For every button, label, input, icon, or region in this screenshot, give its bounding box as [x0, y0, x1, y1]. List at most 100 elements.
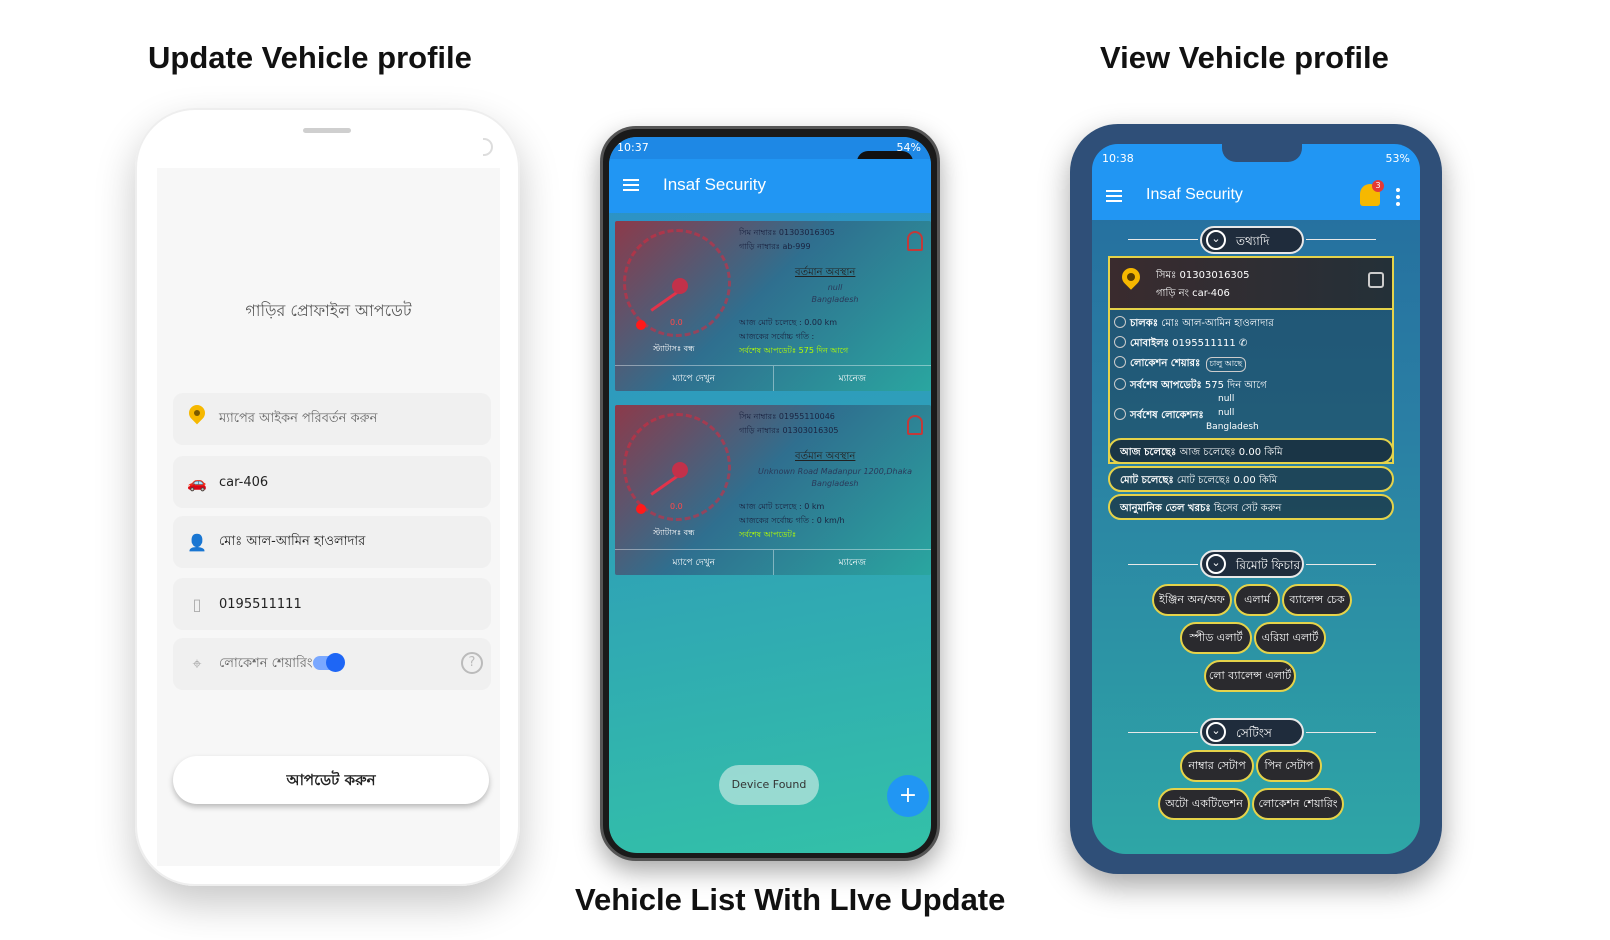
phone-icon: ▯ — [192, 594, 202, 614]
battery-level: 53% — [1385, 152, 1410, 165]
manage-button[interactable]: ম্যানেজ — [774, 550, 932, 575]
speed-alert-button[interactable]: স্পীড এলার্ট — [1180, 622, 1252, 654]
app-bar: Insaf Security 3 — [1092, 174, 1420, 220]
vehicle-card[interactable]: 0.0 স্ট্যাটাসঃ বন্ধ সিম নাম্বারঃ 0130301… — [615, 221, 931, 391]
area-alert-button[interactable]: এরিয়া এলার্ট — [1254, 622, 1326, 654]
engine-on-off-button[interactable]: ইঞ্জিন অন/অফ — [1152, 584, 1232, 616]
location-icon: ⌖ — [192, 654, 202, 673]
location-share-label: লোকেশন শেয়ারঃ — [1130, 358, 1201, 369]
car-icon: 🚗 — [187, 472, 207, 492]
location-sharing-toggle[interactable] — [313, 653, 345, 672]
more-options-icon[interactable] — [1396, 188, 1400, 206]
view-profile-screen: 10:38 53% Insaf Security 3 ⌄ তথ্যাদি সিম… — [1092, 144, 1420, 854]
notification-badge: 3 — [1372, 180, 1384, 192]
phone-update-profile: গাড়ির প্রোফাইল আপডেট ম্যাপের আইকন পরিবর… — [135, 108, 520, 886]
heading-update-profile: Update Vehicle profile — [148, 40, 472, 75]
sim-number: সিমঃ 01303016305 — [1156, 270, 1250, 281]
phone-speaker — [303, 128, 351, 133]
car-number-value: car-406 — [219, 474, 269, 490]
sim-number: সিম নাম্বারঃ 01303016305 — [739, 228, 835, 237]
current-location-title: বর্তমান অবস্থান — [795, 267, 856, 278]
alarm-icon[interactable] — [907, 231, 923, 251]
view-on-map-button[interactable]: ম্যাপে দেখুন — [615, 366, 774, 391]
location-sharing-button[interactable]: লোকেশন শেয়ারিং — [1252, 788, 1344, 820]
app-bar: Insaf Security — [609, 159, 931, 213]
section-divider — [1306, 564, 1376, 565]
driver-name-field[interactable]: 👤 মোঃ আল-আমিন হাওলাদার — [173, 516, 491, 568]
user-icon — [1114, 316, 1126, 328]
chevron-down-icon: ⌄ — [1206, 554, 1226, 574]
phone-view-profile: 10:38 53% Insaf Security 3 ⌄ তথ্যাদি সিম… — [1070, 124, 1442, 874]
vehicle-list-screen: 10:37 54% Insaf Security 0.0 স্ট্যাটাসঃ … — [609, 137, 931, 853]
low-balance-alert-button[interactable]: লো ব্যালেন্স এলার্ট — [1204, 660, 1296, 692]
status-time: 10:37 — [617, 141, 649, 154]
hamburger-menu-icon[interactable] — [1106, 190, 1122, 202]
map-pin-icon — [185, 405, 209, 433]
location-line2: Bangladesh — [811, 479, 859, 488]
mobile-value: 0195511111 — [219, 596, 302, 612]
edit-icon[interactable] — [1368, 272, 1384, 288]
section-header-remote[interactable]: ⌄ রিমোট ফিচার — [1200, 550, 1304, 578]
globe-icon — [1114, 356, 1126, 368]
mobile-value: 0195511111 — [1172, 338, 1236, 349]
mobile-field[interactable]: ▯ 0195511111 — [173, 578, 491, 630]
auto-activation-button[interactable]: অটো একটিভেশন — [1158, 788, 1250, 820]
view-on-map-button[interactable]: ম্যাপে দেখুন — [615, 550, 774, 575]
alarm-icon[interactable] — [907, 415, 923, 435]
device-found-toast: Device Found — [719, 765, 819, 805]
sim-number: সিম নাম্বারঃ 01955110046 — [739, 412, 835, 421]
add-vehicle-fab[interactable]: + — [887, 775, 929, 817]
user-icon: 👤 — [187, 532, 207, 552]
last-location-line3: Bangladesh — [1206, 422, 1259, 432]
map-pin-icon — [1120, 266, 1142, 300]
today-distance: আজ মোট চলেছে : 0 km — [739, 502, 825, 511]
vehicle-card[interactable]: 0.0 স্ট্যাটাসঃ বন্ধ সিম নাম্বারঃ 0195511… — [615, 405, 931, 575]
map-icon-placeholder: ম্যাপের আইকন পরিবর্তন করুন — [219, 410, 378, 426]
vehicle-status: স্ট্যাটাসঃ বন্ধ — [653, 344, 695, 353]
heading-view-profile: View Vehicle profile — [1100, 40, 1389, 75]
phone-camera — [483, 138, 493, 156]
heading-vehicle-list: Vehicle List With LIve Update — [575, 882, 1006, 917]
section-header-settings[interactable]: ⌄ সেটিংস — [1200, 718, 1304, 746]
vehicle-status: স্ট্যাটাসঃ বন্ধ — [653, 528, 695, 537]
location-sharing-label: লোকেশন শেয়ারিং — [219, 655, 313, 671]
app-title: Insaf Security — [1146, 186, 1243, 203]
driver-value: মোঃ আল-আমিন হাওলাদার — [1161, 318, 1274, 329]
phone-vehicle-list: 10:37 54% Insaf Security 0.0 স্ট্যাটাসঃ … — [600, 126, 940, 861]
car-number: গাড়ি নাম্বারঃ ab-999 — [739, 242, 811, 251]
speed-readout: 0.0 — [670, 502, 683, 511]
fuel-cost-pill[interactable]: আনুমানিক তেল খরচঃ হিসেব সেট করুন — [1108, 494, 1394, 520]
hamburger-menu-icon[interactable] — [623, 179, 639, 191]
last-update-value: 575 দিন আগে — [1204, 380, 1267, 391]
balance-check-button[interactable]: ব্যালেন্স চেক — [1282, 584, 1352, 616]
car-number: গাড়ি নাম্বারঃ 01303016305 — [739, 426, 839, 435]
number-setup-button[interactable]: নাম্বার সেটাপ — [1180, 750, 1254, 782]
max-speed: আজকের সর্বোচ্চ গতি : — [739, 332, 815, 341]
pin-setup-button[interactable]: পিন সেটাপ — [1256, 750, 1322, 782]
update-profile-screen: গাড়ির প্রোফাইল আপডেট ম্যাপের আইকন পরিবর… — [157, 168, 500, 866]
chevron-down-icon: ⌄ — [1206, 722, 1226, 742]
help-icon[interactable]: ? — [461, 652, 483, 674]
last-location-label: সর্বশেষ লোকেশনঃ — [1130, 410, 1204, 421]
last-update-label: সর্বশেষ আপডেটঃ — [1130, 380, 1202, 391]
car-number: গাড়ি নং car-406 — [1156, 288, 1230, 299]
last-location-line1: null — [1218, 394, 1235, 404]
vehicle-info-card: সিমঃ 01303016305 গাড়ি নং car-406 চালকঃ … — [1108, 256, 1394, 464]
section-divider — [1128, 564, 1198, 565]
map-icon-picker[interactable]: ম্যাপের আইকন পরিবর্তন করুন — [173, 393, 491, 445]
update-button[interactable]: আপডেট করুন — [173, 756, 489, 804]
call-icon[interactable]: ✆ — [1239, 338, 1247, 349]
section-divider — [1128, 239, 1198, 240]
car-number-field[interactable]: 🚗 car-406 — [173, 456, 491, 508]
driver-label: চালকঃ — [1130, 318, 1159, 329]
location-sharing-row: ⌖ লোকেশন শেয়ারিং ? — [173, 638, 491, 690]
last-update: সর্বশেষ আপডেটঃ 575 দিন আগে — [739, 346, 849, 355]
section-header-info[interactable]: ⌄ তথ্যাদি — [1200, 226, 1304, 254]
section-divider — [1306, 732, 1376, 733]
current-location-title: বর্তমান অবস্থান — [795, 451, 856, 462]
app-title: Insaf Security — [663, 175, 766, 194]
alarm-button[interactable]: এলার্ম — [1234, 584, 1280, 616]
max-speed: আজকের সর্বোচ্চ গতি : 0 km/h — [739, 516, 845, 525]
section-divider — [1128, 732, 1198, 733]
manage-button[interactable]: ম্যানেজ — [774, 366, 932, 391]
